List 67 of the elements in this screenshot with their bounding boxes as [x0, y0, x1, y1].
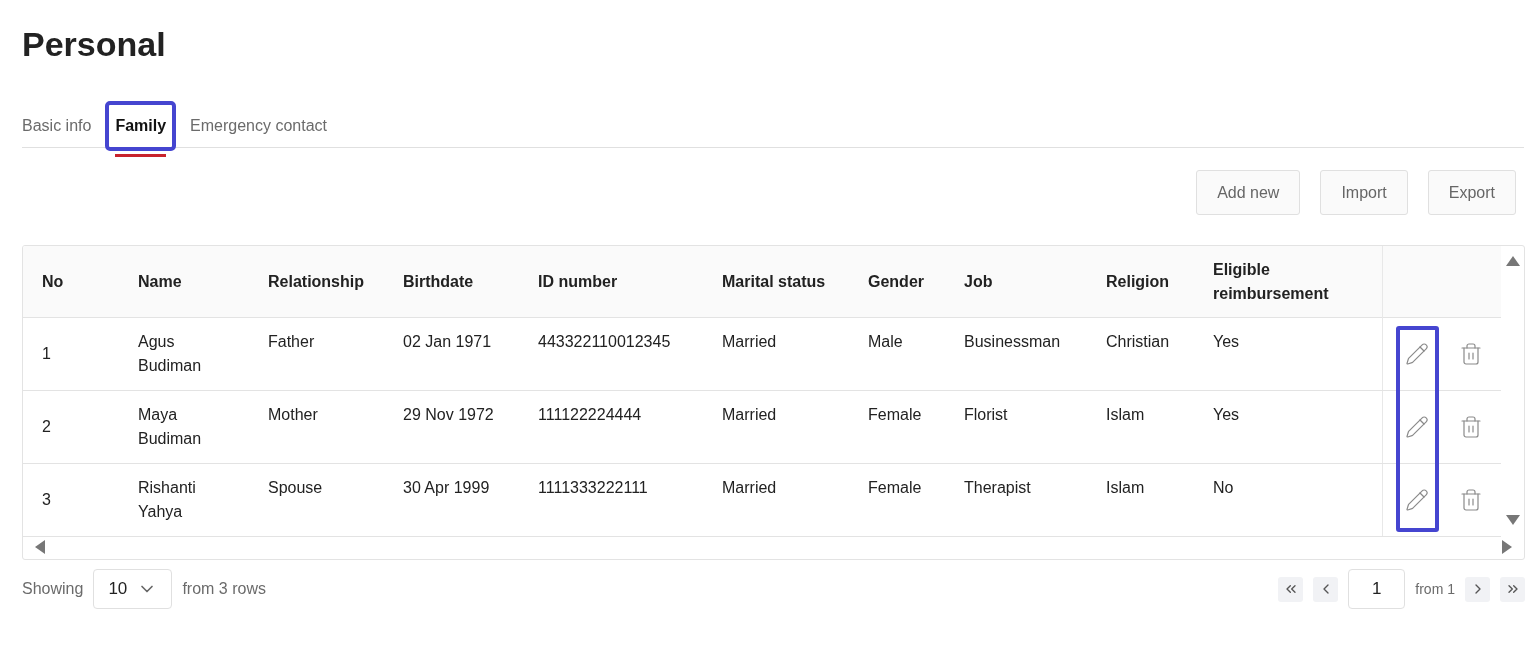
table-cell-text: Agus Budiman [137, 332, 203, 376]
rows-count-label: from 3 rows [182, 579, 266, 599]
showing-label: Showing [22, 579, 84, 599]
table-cell-text: Islam [1105, 405, 1146, 425]
table-cell-text: Female [867, 478, 923, 498]
table-cell-text: Yes [1212, 332, 1241, 352]
scroll-left-icon[interactable] [35, 540, 45, 554]
tab[interactable]: Basic info [22, 104, 100, 148]
table-cell-text: Married [721, 405, 778, 425]
column-header: Marital status [721, 272, 827, 292]
page-title: Personal [22, 24, 166, 64]
table-cell-text: 1111333222111 [537, 478, 649, 498]
page-size-select[interactable]: 10 [93, 569, 173, 609]
column-header: No [41, 272, 65, 292]
column-header: Gender [867, 272, 925, 292]
table-cell-text: Islam [1105, 478, 1146, 498]
table-cell-text: 443322110012345 [537, 332, 672, 352]
table-cell-text: Christian [1105, 332, 1171, 352]
edit-icon[interactable] [1405, 488, 1429, 512]
tab[interactable]: Emergency contact [182, 104, 335, 148]
trash-icon[interactable] [1459, 415, 1483, 439]
table-cell-text: Male [867, 332, 904, 352]
table-cell-text: Businessman [963, 332, 1062, 352]
tab[interactable]: Family [107, 103, 175, 149]
table-cell-text: Spouse [267, 478, 324, 498]
table-cell-text: 29 Nov 1972 [402, 405, 495, 425]
table-cell-text: Rishanti Yahya [137, 478, 197, 522]
action-button[interactable]: Add new [1196, 170, 1301, 215]
page-count-label: from 1 [1415, 579, 1455, 599]
table-cell-text: 2 [41, 417, 52, 437]
trash-icon[interactable] [1459, 488, 1483, 512]
column-header: Name [137, 272, 183, 292]
previous-page-button[interactable] [1313, 576, 1339, 602]
table-cell-text: 111122224444 [537, 405, 643, 425]
table-cell-text: 1 [41, 344, 52, 364]
column-header: ID number [537, 272, 619, 292]
page-number-field[interactable]: 1 [1348, 569, 1406, 609]
scroll-up-icon[interactable] [1505, 256, 1520, 266]
table-cell-text: No [1212, 478, 1235, 498]
table-cell-text: Yes [1212, 405, 1241, 425]
column-header: Job [963, 272, 994, 292]
edit-icon[interactable] [1405, 415, 1429, 439]
column-header: Birthdate [402, 272, 475, 292]
table-cell-text: Maya Budiman [137, 405, 203, 449]
action-button[interactable]: Import [1320, 170, 1408, 215]
table-cell-text: 30 Apr 1999 [402, 478, 491, 498]
scroll-right-icon[interactable] [1502, 540, 1512, 554]
first-page-button[interactable] [1278, 576, 1304, 602]
table-cell-text: 02 Jan 1971 [402, 332, 493, 352]
active-tab-underline [115, 154, 167, 157]
trash-icon[interactable] [1459, 342, 1483, 366]
scroll-down-icon[interactable] [1505, 515, 1520, 525]
column-header: Relationship [267, 272, 365, 292]
table-cell-text: Married [721, 478, 778, 498]
column-header: Eligible reimbursement [1212, 260, 1330, 304]
table-cell-text: Father [267, 332, 316, 352]
edit-icon[interactable] [1405, 342, 1429, 366]
table-cell-text: Therapist [963, 478, 1032, 498]
column-header: Religion [1105, 272, 1171, 292]
table-cell-text: Florist [963, 405, 1009, 425]
last-page-button[interactable] [1500, 576, 1525, 602]
next-page-button[interactable] [1465, 576, 1490, 602]
table-cell-text: Female [867, 405, 923, 425]
action-button[interactable]: Export [1427, 170, 1516, 215]
table-cell-text: 3 [41, 490, 52, 510]
table-cell-text: Mother [267, 405, 319, 425]
table-cell-text: Married [721, 332, 778, 352]
